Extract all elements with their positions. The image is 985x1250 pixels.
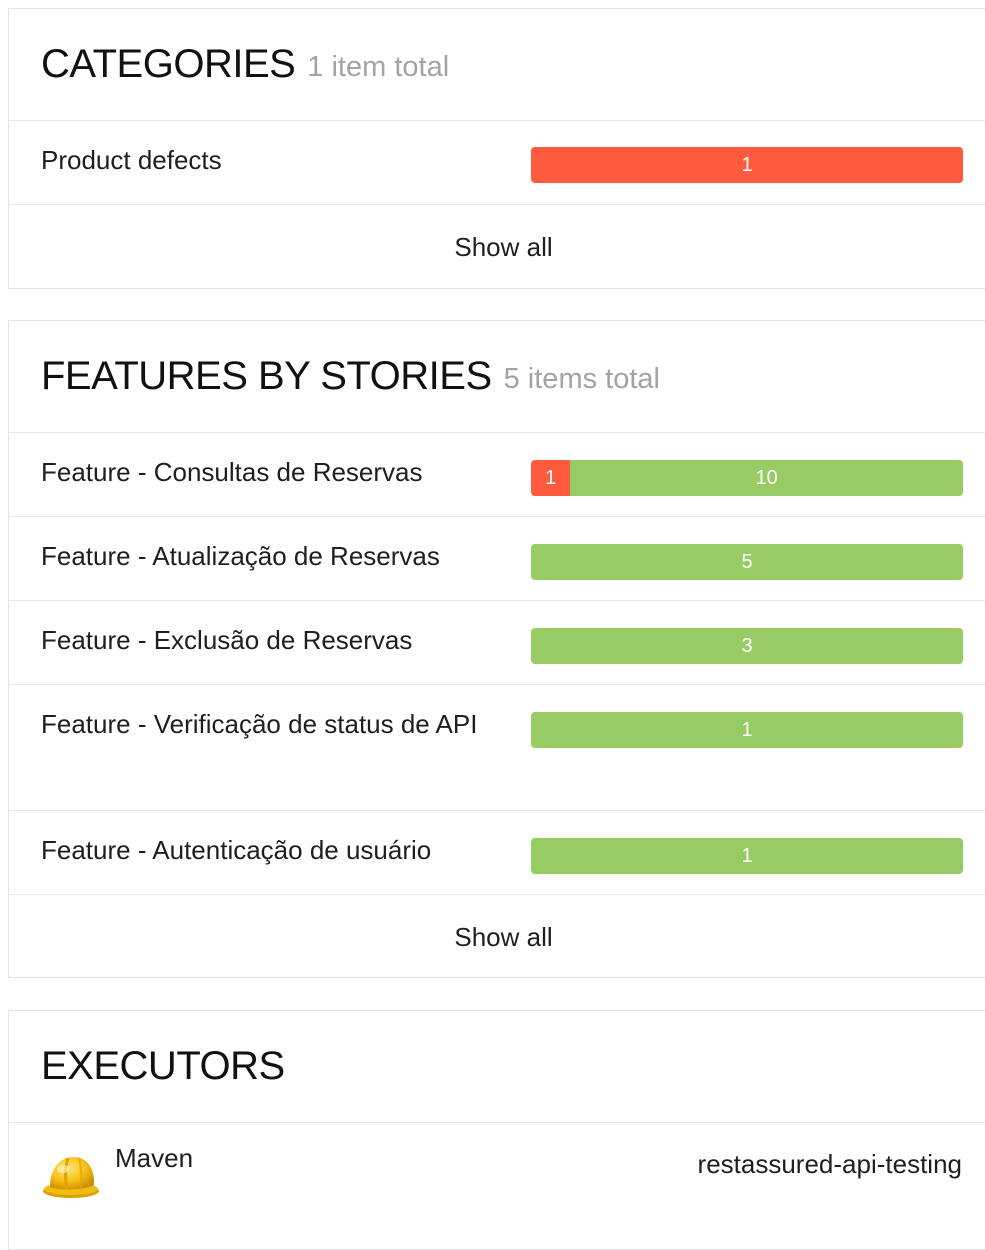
maven-hardhat-icon xyxy=(41,1145,103,1201)
feature-status-bar[interactable]: 3 xyxy=(531,628,963,664)
categories-show-all-link[interactable]: Show all xyxy=(9,205,985,289)
passed-segment[interactable]: 3 xyxy=(531,628,963,664)
executor-name[interactable]: Maven xyxy=(115,1143,193,1174)
passed-segment[interactable]: 5 xyxy=(531,544,963,580)
executor-build-name[interactable]: restassured-api-testing xyxy=(698,1149,962,1180)
feature-status-bar[interactable]: 1 10 xyxy=(531,460,963,496)
failed-segment[interactable]: 1 xyxy=(531,147,963,183)
executors-title: EXECUTORS xyxy=(41,1044,285,1088)
feature-row[interactable]: Feature - Autenticação de usuário 1 xyxy=(9,811,985,895)
feature-row[interactable]: Feature - Consultas de Reservas 1 10 xyxy=(9,433,985,517)
feature-label: Feature - Consultas de Reservas xyxy=(41,457,423,487)
features-show-all-link[interactable]: Show all xyxy=(9,895,985,979)
features-title: FEATURES BY STORIES xyxy=(41,354,492,398)
categories-count: 1 item total xyxy=(307,51,450,83)
categories-title: CATEGORIES xyxy=(41,42,296,86)
passed-segment[interactable]: 1 xyxy=(531,712,963,748)
feature-row[interactable]: Feature - Atualização de Reservas 5 xyxy=(9,517,985,601)
category-label: Product defects xyxy=(41,145,222,175)
feature-row[interactable]: Feature - Verificação de status de API 1 xyxy=(9,685,985,811)
features-count: 5 items total xyxy=(503,363,660,395)
features-by-stories-widget: FEATURES BY STORIES 5 items total Featur… xyxy=(8,320,985,978)
feature-label: Feature - Exclusão de Reservas xyxy=(41,625,413,655)
feature-status-bar[interactable]: 1 xyxy=(531,712,963,748)
executors-header: EXECUTORS xyxy=(9,1011,985,1123)
feature-status-bar[interactable]: 1 xyxy=(531,838,963,874)
executor-row[interactable]: Maven restassured-api-testing xyxy=(9,1123,985,1213)
category-status-bar[interactable]: 1 xyxy=(531,147,963,183)
feature-row[interactable]: Feature - Exclusão de Reservas 3 xyxy=(9,601,985,685)
features-header: FEATURES BY STORIES 5 items total xyxy=(9,321,985,433)
category-row[interactable]: Product defects 1 xyxy=(9,121,985,205)
passed-segment[interactable]: 10 xyxy=(570,460,963,496)
feature-label: Feature - Autenticação de usuário xyxy=(41,835,432,865)
passed-segment[interactable]: 1 xyxy=(531,838,963,874)
feature-label: Feature - Verificação de status de API xyxy=(41,709,478,739)
executors-widget: EXECUTORS Maven restassured-api-testing xyxy=(8,1010,985,1250)
categories-widget: CATEGORIES 1 item total Product defects … xyxy=(8,8,985,289)
feature-status-bar[interactable]: 5 xyxy=(531,544,963,580)
failed-segment[interactable]: 1 xyxy=(531,460,571,496)
categories-header: CATEGORIES 1 item total xyxy=(9,9,985,121)
feature-label: Feature - Atualização de Reservas xyxy=(41,541,440,571)
